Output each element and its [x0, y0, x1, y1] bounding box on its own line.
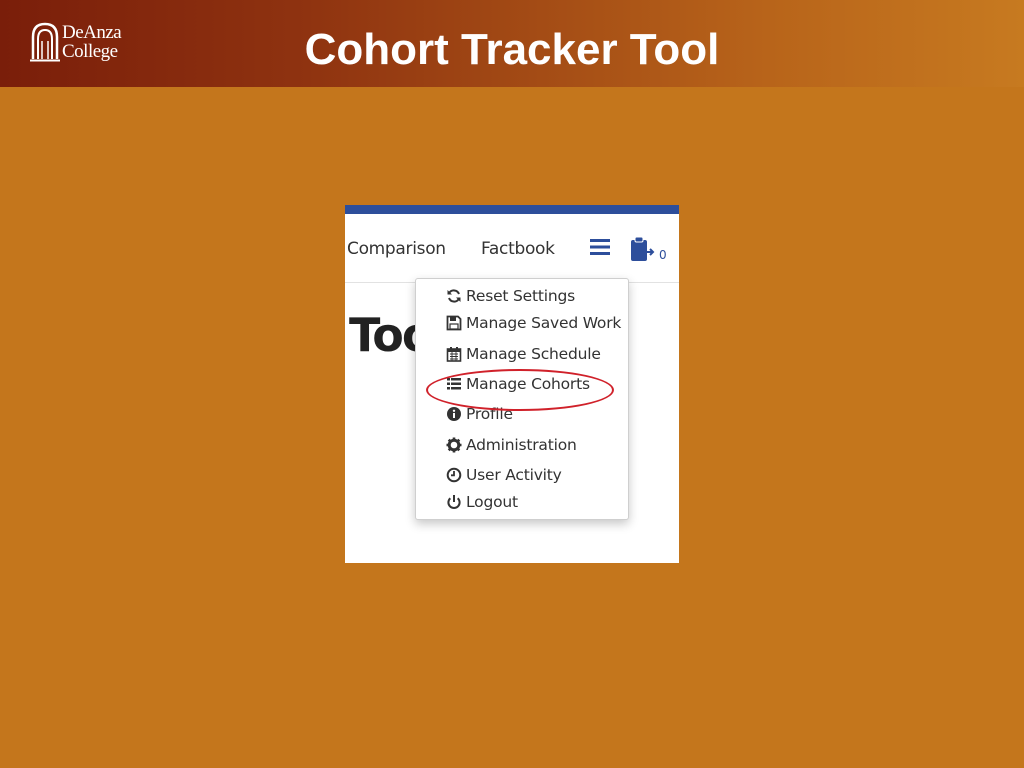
slide-header: DeAnza College Cohort Tracker Tool [0, 0, 1024, 87]
navbar-accent-bar [345, 205, 679, 214]
menu-item-label: Manage Saved Work [466, 314, 622, 332]
clock-icon [446, 467, 462, 483]
menu-item-label: Logout [466, 493, 518, 511]
info-circle-icon [446, 406, 462, 422]
menu-item-manage-schedule[interactable]: Manage Schedule [446, 343, 601, 365]
menu-item-label: Reset Settings [466, 287, 575, 305]
slide-title: Cohort Tracker Tool [304, 25, 720, 74]
highlight-circle [426, 369, 614, 411]
power-icon [446, 494, 462, 510]
gear-icon [446, 437, 462, 453]
saved-items-count: 0 [659, 248, 667, 262]
menu-item-reset-settings[interactable]: Reset Settings [446, 285, 575, 307]
nav-link-factbook[interactable]: Factbook [481, 239, 555, 259]
nav-link-comparison[interactable]: Comparison [347, 239, 446, 259]
menu-item-administration[interactable]: Administration [446, 434, 577, 456]
menu-item-label: User Activity [466, 466, 562, 484]
calendar-icon [446, 346, 462, 362]
menu-item-label: Manage Schedule [466, 345, 601, 363]
refresh-icon [446, 288, 462, 304]
app-screenshot: Comparison Factbook 0 Too Reset Settings [345, 205, 679, 563]
menu-item-manage-saved-work[interactable]: Manage Saved Work [446, 312, 621, 334]
user-dropdown-menu: Reset Settings Manage Saved Work Manage … [415, 278, 629, 520]
menu-item-logout[interactable]: Logout [446, 491, 518, 513]
saved-items-button[interactable]: 0 [629, 236, 669, 264]
floppy-disk-icon [446, 315, 462, 331]
hamburger-menu-icon[interactable] [590, 238, 610, 256]
clipboard-icon [631, 236, 655, 261]
menu-item-user-activity[interactable]: User Activity [446, 464, 562, 486]
menu-item-label: Administration [466, 436, 577, 454]
